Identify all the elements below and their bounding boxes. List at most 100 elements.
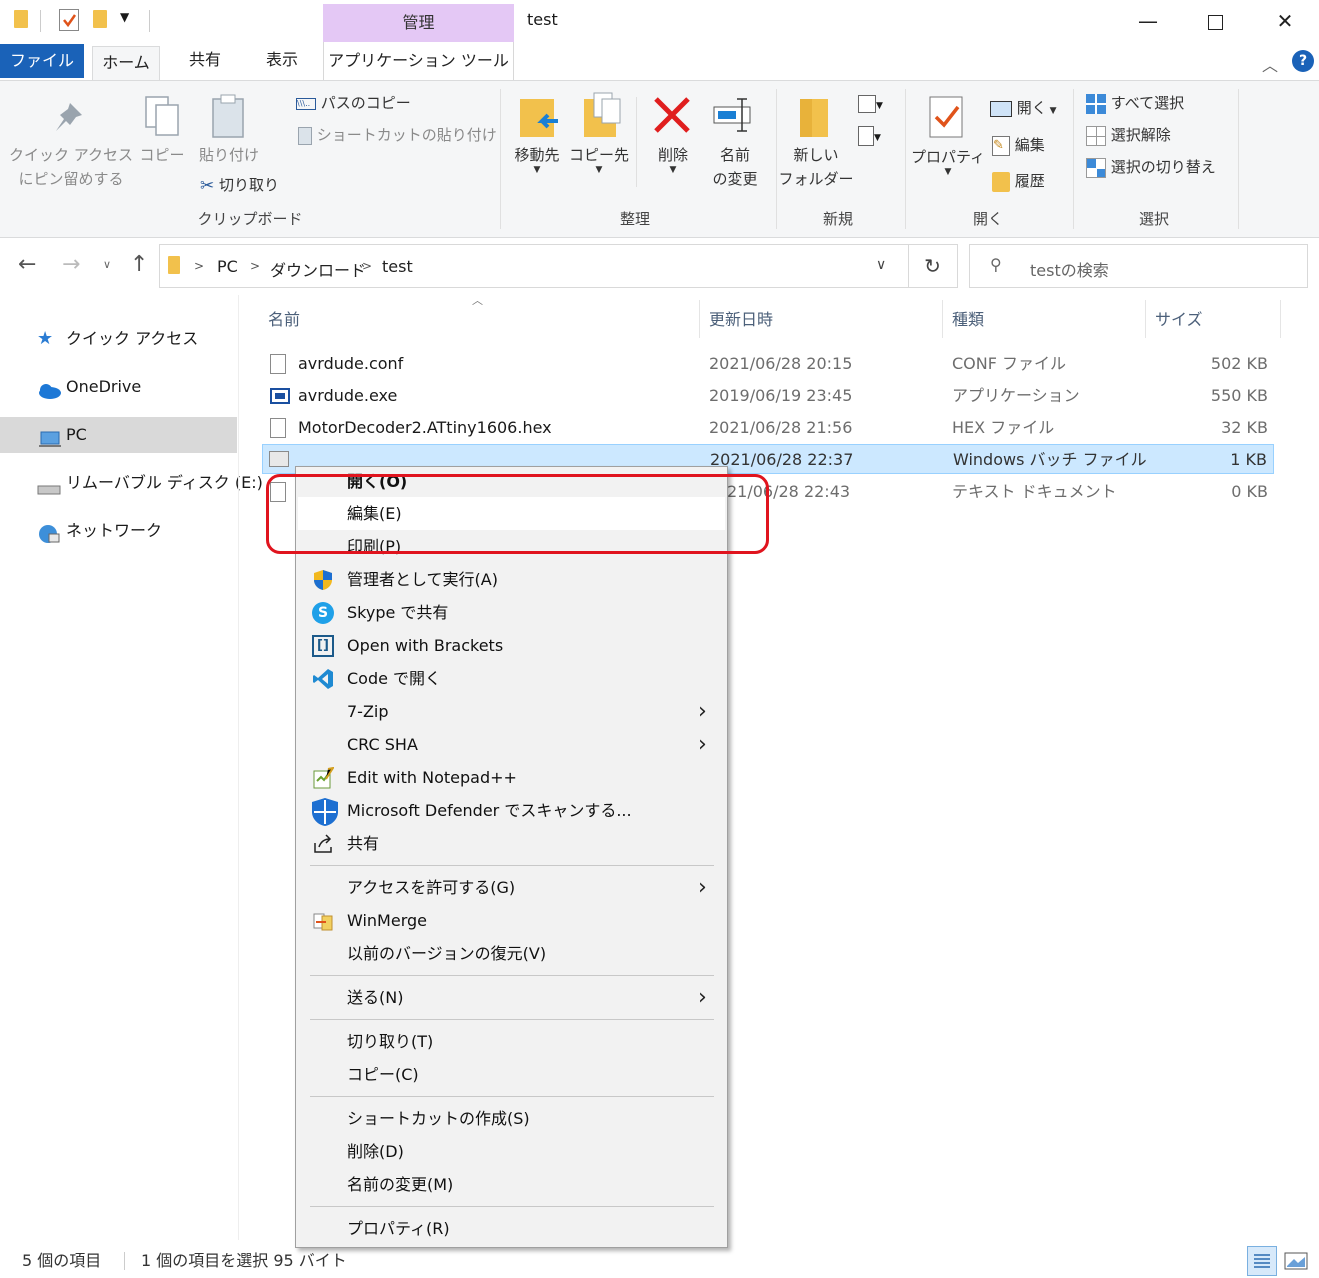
- menu-item-restore-versions[interactable]: 以前のバージョンの復元(V): [298, 937, 725, 970]
- column-header-type[interactable]: 種類: [952, 306, 984, 330]
- nav-removable-disk[interactable]: リムーバブル ディスク (E:): [0, 465, 263, 501]
- properties-button[interactable]: プロパティ ▼: [910, 145, 986, 177]
- new-folder-icon[interactable]: [93, 10, 107, 34]
- nav-pc[interactable]: PC: [0, 417, 237, 453]
- menu-item-create-shortcut[interactable]: ショートカットの作成(S): [298, 1102, 725, 1135]
- menu-item-notepadpp[interactable]: Edit with Notepad++: [298, 761, 725, 794]
- open-button[interactable]: 開く ▼: [990, 97, 1057, 122]
- details-view-icon[interactable]: [1247, 1246, 1277, 1276]
- new-item-button[interactable]: ▼: [858, 93, 892, 115]
- menu-item-7zip[interactable]: 7-Zip ›: [298, 695, 725, 728]
- column-separator[interactable]: [1145, 300, 1146, 338]
- refresh-button[interactable]: ↻: [908, 244, 958, 288]
- file-row[interactable]: MotorDecoder2.ATtiny1606.hex 2021/06/28 …: [262, 413, 1274, 443]
- nav-onedrive-label: OneDrive: [66, 377, 142, 396]
- breadcrumb-test[interactable]: test: [382, 257, 413, 276]
- tab-application-tools[interactable]: アプリケーション ツール: [323, 42, 514, 80]
- forward-arrow-icon[interactable]: →: [62, 252, 80, 277]
- menu-item-crc-sha[interactable]: CRC SHA ›: [298, 728, 725, 761]
- menu-item-properties[interactable]: プロパティ(R): [298, 1212, 725, 1245]
- nav-network[interactable]: ネットワーク: [0, 513, 237, 549]
- menu-item-skype[interactable]: S Skype で共有: [298, 596, 725, 629]
- pin-quick-access-button[interactable]: クイック アクセス にピン留めする: [8, 143, 134, 191]
- menu-item-run-as-admin[interactable]: 管理者として実行(A): [298, 563, 725, 596]
- menu-item-winmerge[interactable]: WinMerge: [298, 904, 725, 937]
- column-separator[interactable]: [699, 300, 700, 338]
- search-icon: ⚲: [990, 255, 1002, 274]
- easy-access-button[interactable]: ▼: [858, 125, 892, 147]
- menu-item-label: 以前のバージョンの復元(V): [347, 944, 547, 963]
- file-name: avrdude.exe: [298, 386, 398, 405]
- select-none-button[interactable]: 選択解除: [1086, 124, 1171, 146]
- file-row[interactable]: avrdude.exe 2019/06/19 23:45 アプリケーション 55…: [262, 381, 1274, 411]
- defender-shield-icon: [310, 797, 340, 827]
- move-to-button[interactable]: 移動先 ▼: [506, 143, 568, 175]
- address-dropdown-icon[interactable]: ∨: [876, 257, 886, 273]
- cut-button[interactable]: ✂ 切り取り: [200, 174, 279, 197]
- column-separator[interactable]: [942, 300, 943, 338]
- new-folder-label-line1: 新しい: [793, 146, 839, 164]
- menu-item-give-access[interactable]: アクセスを許可する(G) ›: [298, 871, 725, 904]
- submenu-arrow-icon: ›: [698, 875, 707, 900]
- paste-shortcut-button[interactable]: ショートカットの貼り付け: [298, 124, 497, 146]
- menu-item-brackets[interactable]: [] Open with Brackets: [298, 629, 725, 662]
- file-type: アプリケーション: [952, 386, 1080, 405]
- history-button[interactable]: 履歴: [992, 170, 1045, 192]
- nav-quick-access[interactable]: ★ クイック アクセス: [0, 321, 237, 357]
- maximize-button[interactable]: [1200, 8, 1230, 34]
- breadcrumb-downloads[interactable]: ダウンロード: [270, 257, 366, 281]
- rename-button[interactable]: 名前 の変更: [704, 143, 766, 191]
- close-button[interactable]: ✕: [1270, 8, 1300, 34]
- recent-locations-icon[interactable]: ∨: [103, 258, 111, 271]
- dropdown-arrow-icon: ▼: [595, 165, 603, 175]
- file-type: テキスト ドキュメント: [952, 482, 1117, 501]
- usb-drive-icon: [37, 473, 61, 495]
- menu-item-share[interactable]: 共有: [298, 827, 725, 860]
- breadcrumb-pc[interactable]: PC: [217, 257, 238, 276]
- menu-item-cut[interactable]: 切り取り(T): [298, 1025, 725, 1058]
- delete-button[interactable]: 削除 ▼: [646, 143, 700, 175]
- tab-view[interactable]: 表示: [250, 42, 314, 78]
- invert-selection-label: 選択の切り替え: [1110, 158, 1216, 176]
- group-select: 選択: [1138, 210, 1169, 228]
- nav-onedrive[interactable]: OneDrive: [0, 369, 237, 405]
- address-bar[interactable]: > PC > ダウンロード > test ∨: [159, 244, 909, 288]
- up-arrow-icon[interactable]: ↑: [130, 252, 148, 277]
- file-row[interactable]: avrdude.conf 2021/06/28 20:15 CONF ファイル …: [262, 349, 1274, 379]
- tab-share[interactable]: 共有: [172, 42, 238, 78]
- copy-to-button[interactable]: コピー先 ▼: [568, 143, 630, 175]
- search-box[interactable]: ⚲ testの検索: [969, 244, 1308, 288]
- menu-item-delete[interactable]: 削除(D): [298, 1135, 725, 1168]
- select-none-icon: [1086, 125, 1106, 146]
- tab-home[interactable]: ホーム: [92, 46, 160, 80]
- tab-file[interactable]: ファイル: [0, 44, 84, 78]
- copy-button[interactable]: コピー: [136, 143, 188, 167]
- copy-path-button[interactable]: \\\.. パスのコピー: [296, 92, 411, 114]
- column-header-modified[interactable]: 更新日時: [709, 306, 773, 330]
- column-header-name[interactable]: 名前: [268, 306, 300, 330]
- properties-check-icon[interactable]: [59, 9, 79, 31]
- edit-button[interactable]: ✎ 編集: [992, 134, 1045, 156]
- menu-item-defender[interactable]: Microsoft Defender でスキャンする...: [298, 794, 725, 827]
- column-header-size[interactable]: サイズ: [1155, 306, 1203, 330]
- minimize-button[interactable]: —: [1133, 8, 1163, 34]
- menu-item-copy[interactable]: コピー(C): [298, 1058, 725, 1091]
- invert-selection-icon: [1086, 157, 1106, 178]
- help-icon[interactable]: ?: [1292, 50, 1314, 72]
- invert-selection-button[interactable]: 選択の切り替え: [1086, 156, 1216, 178]
- menu-item-code[interactable]: Code で開く: [298, 662, 725, 695]
- rename-icon: [712, 95, 758, 135]
- pane-divider: [238, 295, 239, 1240]
- large-icons-view-icon[interactable]: [1284, 1250, 1308, 1272]
- folder-icon[interactable]: [14, 10, 28, 34]
- select-all-button[interactable]: すべて選択: [1086, 92, 1184, 114]
- paste-button[interactable]: 貼り付け: [192, 143, 266, 167]
- column-separator[interactable]: [1280, 300, 1281, 338]
- new-folder-button[interactable]: 新しい フォルダー: [778, 143, 854, 191]
- menu-item-rename[interactable]: 名前の変更(M): [298, 1168, 725, 1201]
- collapse-ribbon-icon[interactable]: ︿: [1262, 52, 1278, 76]
- pin-label-line1: クイック アクセス: [8, 146, 134, 164]
- back-arrow-icon[interactable]: ←: [18, 252, 36, 277]
- menu-item-send-to[interactable]: 送る(N) ›: [298, 981, 725, 1014]
- customize-toolbar-icon[interactable]: ▼: [120, 10, 129, 24]
